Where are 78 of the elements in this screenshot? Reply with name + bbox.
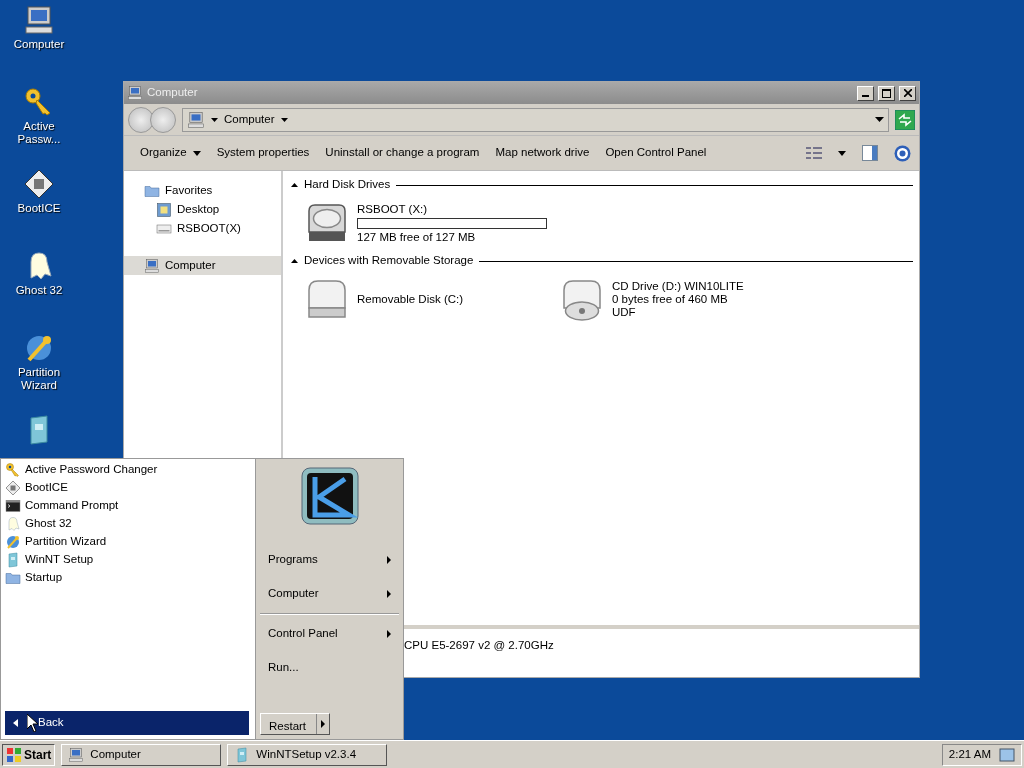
icon-label: Ghost 32	[14, 284, 64, 297]
details-text: CPU E5-2697 v2 @ 2.70GHz	[404, 639, 554, 651]
close-icon	[903, 89, 912, 97]
toolbar-button[interactable]: Open Control Panel	[597, 141, 715, 165]
menu-item[interactable]: Control Panel	[260, 617, 399, 651]
toolbar-button[interactable]: Map network drive	[487, 141, 598, 165]
program-item[interactable]: BootICE	[5, 479, 251, 497]
computer-icon[interactable]	[23, 4, 55, 36]
folder-icon	[5, 570, 21, 586]
desktop-icon	[156, 201, 172, 218]
toolbar-button[interactable]: Organize	[132, 141, 209, 165]
nav-item[interactable]: Computer	[124, 256, 281, 275]
toolbar-button[interactable]: Uninstall or change a program	[317, 141, 488, 165]
program-item[interactable]: WinNT Setup	[5, 551, 251, 569]
program-item[interactable]: Ghost 32	[5, 515, 251, 533]
program-item[interactable]: Active Password Changer	[5, 461, 251, 479]
left-arrow-icon	[13, 719, 18, 727]
dropdown-icon	[875, 117, 884, 122]
icon-label: Computer	[12, 38, 66, 51]
nav-item[interactable]: Favorites	[124, 181, 281, 200]
nav-item[interactable]: RSBOOT(X)	[124, 219, 281, 238]
taskbar-button[interactable]: Computer	[61, 743, 222, 766]
setup-icon	[5, 552, 21, 568]
caret-icon[interactable]	[838, 150, 846, 156]
key-icon	[5, 462, 21, 478]
program-item[interactable]: Command Prompt	[5, 497, 251, 515]
logo-icon	[300, 467, 359, 525]
ghost-icon	[5, 516, 21, 532]
drive-name[interactable]: Removable Disk (C:)	[357, 292, 464, 306]
drive-detail: UDF	[612, 305, 637, 319]
submenu-arrow-icon	[387, 630, 391, 638]
window-title: Computer	[147, 85, 198, 101]
program-item[interactable]: Startup	[5, 569, 251, 587]
collapse-icon[interactable]	[291, 183, 298, 187]
address-bar[interactable]: Computer	[182, 107, 889, 132]
mouse-cursor-icon	[27, 714, 39, 732]
nav-item[interactable]: Desktop	[124, 200, 281, 219]
caret-icon	[280, 117, 288, 122]
terminal-icon	[5, 498, 21, 514]
start-button[interactable]: Start	[2, 743, 56, 766]
drive-detail: 0 bytes free of 460 MB	[612, 292, 729, 306]
breadcrumb: Computer	[224, 111, 275, 127]
submenu-arrow-icon	[321, 720, 325, 728]
menu-item[interactable]: Computer	[260, 577, 399, 611]
computer-icon	[187, 110, 205, 129]
group-header: Devices with Removable Storage	[304, 253, 474, 269]
minimize-button[interactable]	[857, 85, 874, 101]
submenu-arrow-icon	[387, 590, 391, 598]
restart-button[interactable]: Restart	[260, 713, 330, 735]
wand-icon	[5, 534, 21, 550]
group-header: Hard Disk Drives	[304, 177, 391, 193]
drive-name[interactable]: CD Drive (D:) WIN10LITE	[612, 279, 744, 293]
caret-icon	[192, 150, 201, 156]
maximize-icon	[882, 88, 891, 98]
drive-name[interactable]: RSBOOT (X:)	[357, 202, 547, 216]
close-button[interactable]	[899, 85, 916, 101]
view-list-icon[interactable]	[806, 146, 822, 160]
caret-icon	[211, 117, 218, 122]
computer-icon	[127, 85, 143, 101]
menu-item[interactable]: Run...	[260, 651, 399, 685]
submenu-arrow-icon	[387, 556, 391, 564]
maximize-button[interactable]	[878, 85, 895, 101]
refresh-icon[interactable]	[895, 109, 915, 130]
windows-logo-icon	[6, 746, 22, 763]
collapse-icon[interactable]	[291, 259, 298, 263]
program-item[interactable]: Partition Wizard	[5, 533, 251, 551]
taskbar-button[interactable]: WinNTSetup v2.3.4	[227, 743, 388, 766]
toolbar-button[interactable]: System properties	[208, 141, 318, 165]
preview-pane-icon[interactable]	[862, 145, 878, 161]
icon-label: Active Passw...	[16, 120, 62, 146]
icon-label: BootICE	[16, 202, 62, 215]
menu-item[interactable]: Programs	[260, 543, 399, 577]
computer-icon	[144, 257, 160, 274]
clock: 2:21 AM	[948, 746, 991, 762]
drive-detail: 127 MB free of 127 MB	[357, 230, 477, 244]
computer-icon	[68, 746, 85, 763]
icon-label: Partition Wizard	[16, 366, 62, 392]
back-button[interactable]: Back	[5, 711, 249, 735]
